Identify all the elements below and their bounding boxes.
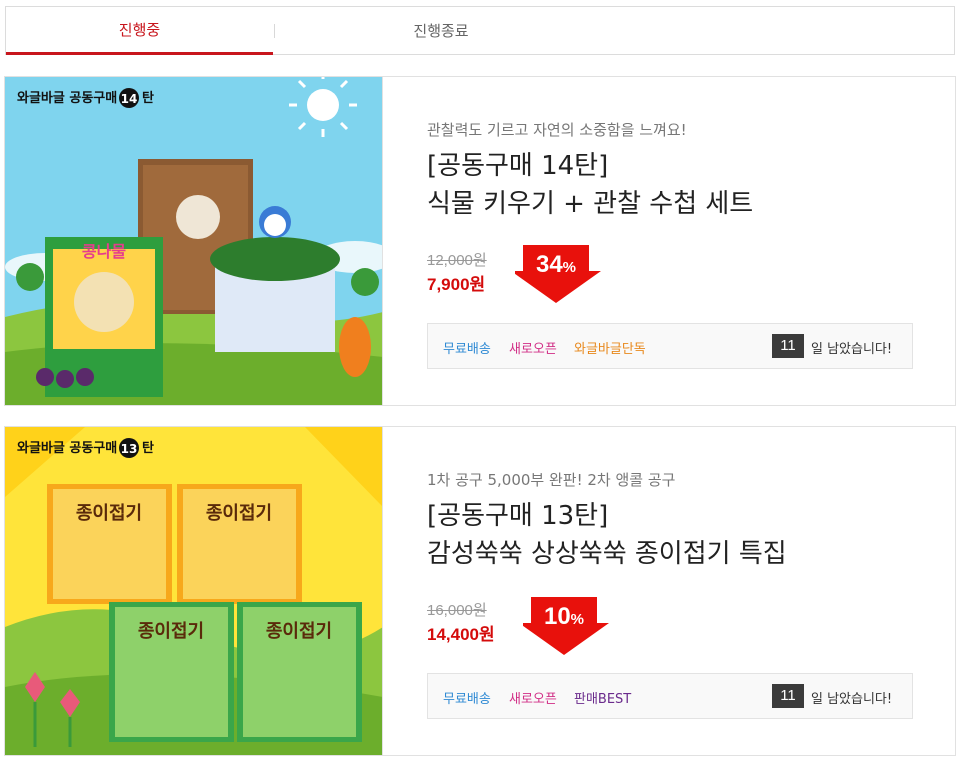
svg-text:13: 13 <box>121 442 138 456</box>
product-box-title: 콩나물 <box>82 242 126 261</box>
tab-divider <box>274 24 275 38</box>
book-cover-title: 종이접기 <box>138 621 204 642</box>
discount-badge: 10% <box>519 597 613 657</box>
tag-free-shipping[interactable]: 무료배송 <box>443 688 491 707</box>
product-thumbnail[interactable]: 콩나물 와글바글 공동구매 14 탄 <box>5 77 383 405</box>
tag-exclusive[interactable]: 와글바글단독 <box>574 338 646 357</box>
discount-value: 10 <box>543 603 571 630</box>
tag-free-shipping[interactable]: 무료배송 <box>443 338 491 357</box>
product-title-line2: 감성쑥쑥 상상쑥쑥 종이접기 특집 <box>427 539 787 569</box>
product-title[interactable]: [공동구매 14탄] 식물 키우기 + 관찰 수첩 세트 <box>427 147 753 223</box>
discount-value: 34 <box>535 251 563 278</box>
original-price: 16,000원 <box>427 602 487 619</box>
tab-ended[interactable]: 진행종료 <box>306 7 576 54</box>
product-title-line2: 식물 키우기 + 관찰 수첩 세트 <box>427 189 754 219</box>
days-left-text: 일 남았습니다! <box>811 342 893 357</box>
svg-text:탄: 탄 <box>142 90 154 106</box>
days-left-text: 일 남았습니다! <box>811 692 893 707</box>
tag-new-open[interactable]: 새로오픈 <box>509 688 557 707</box>
discount-badge: 34% <box>511 245 605 305</box>
tab-in-progress[interactable]: 진행중 <box>6 7 273 55</box>
svg-text:탄: 탄 <box>142 440 154 456</box>
product-thumbnail[interactable]: 종이접기 종이접기 종이접기 종이접기 와글바글 공동구매 13 탄 <box>5 427 383 755</box>
svg-text:와글바글 공동구매: 와글바글 공동구매 <box>17 440 117 456</box>
discount-unit: % <box>562 259 577 276</box>
product-subtitle: 1차 공구 5,000부 완판! 2차 앵콜 공구 <box>427 471 676 489</box>
days-left-count: 11 <box>772 684 804 708</box>
discount-unit: % <box>570 611 585 628</box>
tag-best-seller[interactable]: 판매BEST <box>574 688 631 707</box>
sale-price: 14,400원 <box>427 625 495 644</box>
product-subtitle: 관찰력도 기르고 자연의 소중함을 느껴요! <box>427 121 687 139</box>
product-card[interactable]: 콩나물 와글바글 공동구매 14 탄 관찰력도 기르고 자연의 소중함을 느껴요… <box>4 76 956 406</box>
product-card[interactable]: 종이접기 종이접기 종이접기 종이접기 와글바글 공동구매 13 탄 1차 공구… <box>4 426 956 756</box>
tag-box: 무료배송 새로오픈 판매BEST 11 일 남았습니다! <box>427 673 913 719</box>
book-cover-title: 종이접기 <box>206 503 272 524</box>
tag-new-open[interactable]: 새로오픈 <box>509 338 557 357</box>
product-title[interactable]: [공동구매 13탄] 감성쑥쑥 상상쑥쑥 종이접기 특집 <box>427 497 787 573</box>
days-left-count: 11 <box>772 334 804 358</box>
original-price: 12,000원 <box>427 252 487 269</box>
book-cover-title: 종이접기 <box>266 621 332 642</box>
sale-price: 7,900원 <box>427 275 486 294</box>
product-title-line1: [공동구매 14탄] <box>427 151 609 181</box>
svg-text:14: 14 <box>121 92 138 106</box>
status-tabs: 진행중 진행종료 <box>5 6 955 55</box>
tag-box: 무료배송 새로오픈 와글바글단독 11 일 남았습니다! <box>427 323 913 369</box>
image-banner-label: 와글바글 공동구매 13 탄 <box>17 438 154 458</box>
svg-text:와글바글 공동구매: 와글바글 공동구매 <box>17 90 117 106</box>
image-banner-label: 와글바글 공동구매 14 탄 <box>17 88 154 108</box>
book-cover-title: 종이접기 <box>76 503 142 524</box>
product-title-line1: [공동구매 13탄] <box>427 501 609 531</box>
